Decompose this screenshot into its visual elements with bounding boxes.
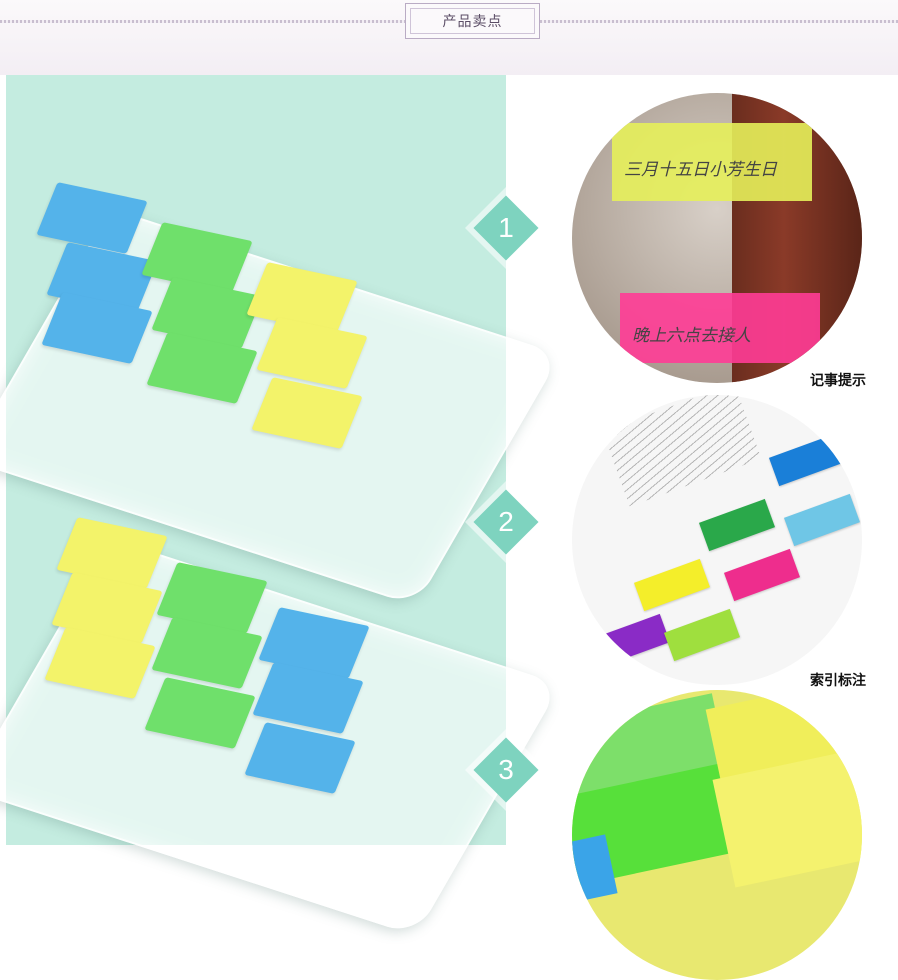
- header-divider-left: [0, 20, 405, 23]
- note-handwriting-bottom: 晚上六点去接人: [632, 326, 751, 346]
- index-tab-pink: [723, 548, 801, 602]
- index-tab-lime: [663, 608, 741, 662]
- feature-caption-2: 索引标注: [810, 673, 866, 689]
- feature-caption-1: 记事提示: [810, 373, 866, 389]
- index-tab-green: [698, 498, 776, 552]
- closeup-photo: [572, 690, 862, 980]
- section-title-frame: 产品卖点: [405, 3, 540, 39]
- feature-number-2: 2: [498, 506, 514, 537]
- header-divider-right: [540, 20, 898, 23]
- index-tab-purple: [593, 613, 671, 667]
- section-title: 产品卖点: [410, 8, 535, 34]
- index-marking-photo: [572, 395, 862, 685]
- section-header: 产品卖点: [0, 0, 898, 75]
- note-handwriting-top: 三月十五日小芳生日: [624, 160, 777, 180]
- index-tab-yellow: [633, 558, 711, 612]
- memo-reminder-photo: 三月十五日小芳生日 晚上六点去接人: [572, 93, 862, 383]
- book-page-text: [602, 395, 762, 507]
- index-tab-lightblue: [783, 493, 861, 547]
- feature-number-1: 1: [498, 212, 514, 243]
- index-tab-blue: [768, 433, 846, 487]
- feature-number-3: 3: [498, 754, 514, 785]
- product-photo-panel: [0, 75, 561, 936]
